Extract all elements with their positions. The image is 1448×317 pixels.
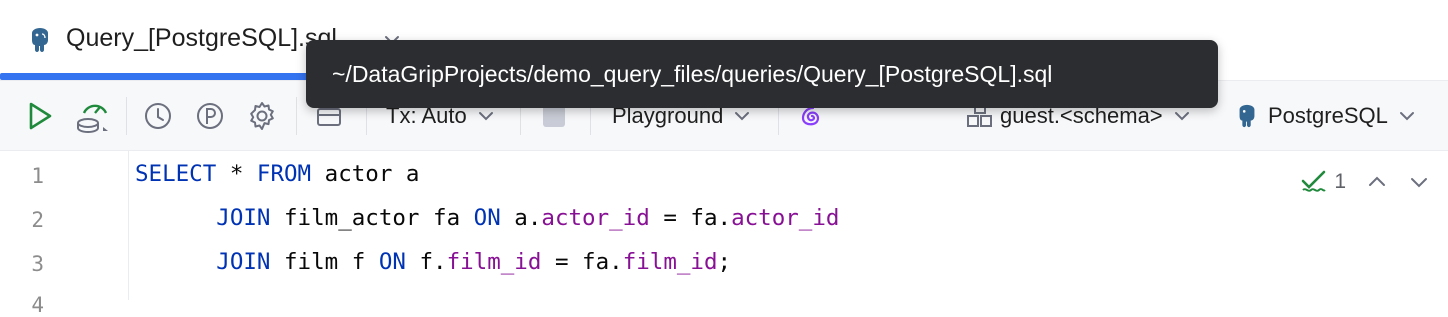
toolbar-separator	[296, 97, 297, 135]
history-button[interactable]	[142, 81, 174, 150]
sql-keyword: JOIN	[216, 205, 271, 231]
postgresql-elephant-icon	[32, 28, 48, 52]
inspection-widget[interactable]: 1	[1300, 167, 1430, 197]
chevron-down-icon	[478, 111, 493, 120]
line-number: 4	[31, 293, 44, 317]
line-number: 3	[31, 252, 44, 276]
sql-keyword: ON	[378, 249, 406, 275]
inspection-count: 1	[1334, 170, 1346, 193]
chevron-down-icon	[735, 111, 750, 120]
datasource-selector[interactable]: PostgreSQL	[1234, 81, 1416, 150]
line-number: 1	[31, 164, 44, 188]
chevron-down-icon	[1174, 111, 1189, 120]
datasource-label: PostgreSQL	[1268, 102, 1388, 128]
code-line[interactable]: JOIN film f ON f.film_id = fa.film_id;	[135, 249, 731, 275]
code-text: = fa.	[541, 249, 623, 275]
gear-icon	[250, 101, 274, 130]
toolbar-separator	[126, 97, 127, 135]
postgresql-elephant-icon	[1239, 104, 1255, 127]
code-text: f.	[405, 249, 447, 275]
clock-icon	[145, 102, 171, 129]
code-line[interactable]: SELECT * FROM actor a	[135, 161, 419, 187]
explain-plan-button[interactable]	[74, 81, 112, 150]
column-identifier: actor_id	[541, 205, 650, 231]
column-identifier: actor_id	[731, 205, 840, 231]
code-text: film_actor fa	[270, 205, 474, 231]
settings-button[interactable]	[246, 81, 278, 150]
tooltip-text: ~/DataGripProjects/demo_query_files/quer…	[332, 60, 1053, 87]
code-text: *	[216, 161, 257, 187]
chevron-down-icon[interactable]	[1408, 171, 1430, 193]
chevron-up-icon[interactable]	[1366, 171, 1388, 193]
chevron-down-icon	[1399, 111, 1414, 120]
parameters-button[interactable]	[194, 81, 226, 150]
sql-keyword: ON	[473, 205, 501, 231]
parameter-icon	[197, 102, 223, 129]
line-number-gutter: 1 2 3 4	[0, 151, 129, 317]
column-identifier: film_id	[622, 249, 718, 275]
check-icon	[1302, 170, 1327, 192]
tab-label: Query_[PostgreSQL].sql	[66, 24, 337, 52]
sql-keyword: JOIN	[216, 249, 271, 275]
sql-keyword: FROM	[256, 161, 312, 187]
code-text: film f	[270, 249, 379, 275]
code-line[interactable]: JOIN film_actor fa ON a.actor_id = fa.ac…	[135, 205, 839, 231]
code-text: a.	[500, 205, 542, 231]
line-number: 2	[31, 208, 44, 232]
explain-plan-icon	[77, 104, 108, 133]
code-text: ;	[717, 249, 732, 275]
sql-keyword: SELECT	[135, 161, 217, 187]
run-icon	[29, 102, 52, 129]
file-path-tooltip: ~/DataGripProjects/demo_query_files/quer…	[306, 40, 1218, 108]
column-identifier: film_id	[446, 249, 542, 275]
code-text: actor a	[311, 161, 420, 187]
code-editor[interactable]: 1 2 3 4 SELECT * FROM actor a JOIN film_…	[0, 151, 1448, 317]
code-text: = fa.	[649, 205, 732, 231]
run-button[interactable]	[26, 81, 54, 150]
